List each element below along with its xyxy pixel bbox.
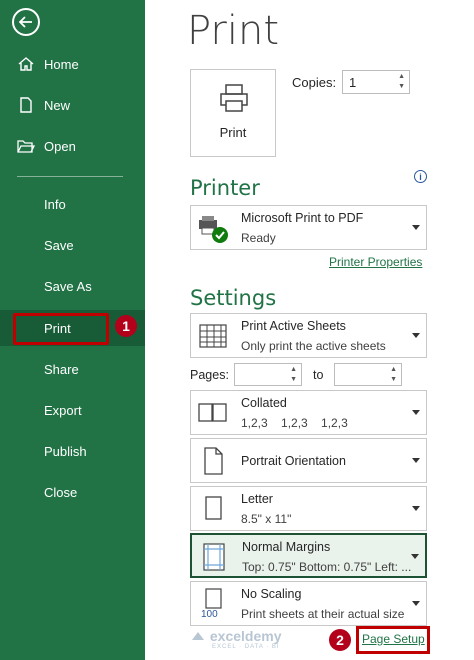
- print-highlight-box: [13, 313, 109, 345]
- scaling-dropdown[interactable]: 100 No Scaling Print sheets at their act…: [190, 581, 427, 626]
- printer-name: Microsoft Print to PDF: [241, 211, 364, 225]
- sidebar-item-label: Open: [44, 138, 76, 154]
- printer-heading: Printer: [190, 176, 260, 200]
- stepper-arrows-icon[interactable]: ▲ ▼: [290, 365, 297, 385]
- back-arrow-icon: [18, 16, 32, 28]
- paper-size-title: Letter: [241, 492, 273, 506]
- watermark-tagline: EXCEL · DATA · BI: [212, 644, 280, 651]
- orientation-value: Portrait Orientation: [241, 454, 346, 468]
- chevron-down-icon: [412, 601, 420, 606]
- chevron-down-icon: [411, 554, 419, 559]
- sidebar-item-info[interactable]: Info: [0, 186, 145, 222]
- stepper-arrows-icon[interactable]: ▲ ▼: [398, 72, 405, 92]
- stepper-arrows-icon[interactable]: ▲ ▼: [390, 365, 397, 385]
- pages-from-input[interactable]: ▲ ▼: [234, 363, 302, 386]
- sidebar-item-label: Home: [44, 56, 79, 72]
- sidebar-item-export[interactable]: Export: [0, 392, 145, 428]
- sidebar-item-home[interactable]: Home: [0, 46, 145, 82]
- print-what-title: Print Active Sheets: [241, 319, 346, 333]
- settings-heading: Settings: [190, 286, 277, 310]
- sidebar-divider: [17, 176, 123, 177]
- print-button-label: Print: [219, 125, 247, 140]
- page-setup-link[interactable]: Page Setup: [362, 632, 425, 646]
- printer-icon: [220, 84, 248, 112]
- orientation-dropdown[interactable]: Portrait Orientation: [190, 438, 427, 483]
- sidebar-item-save[interactable]: Save: [0, 227, 145, 263]
- printer-dropdown[interactable]: Microsoft Print to PDF Ready: [190, 205, 427, 250]
- copies-value: 1: [349, 75, 357, 90]
- paper-size-dropdown[interactable]: Letter 8.5" x 11": [190, 486, 427, 531]
- collated-pages-icon: [198, 403, 227, 422]
- pages-label: Pages:: [190, 368, 229, 382]
- info-icon[interactable]: i: [414, 170, 427, 183]
- printer-properties-link[interactable]: Printer Properties: [329, 255, 422, 269]
- sidebar-item-label: Export: [44, 402, 82, 418]
- folder-icon: [17, 140, 35, 153]
- watermark-name: exceldemy: [209, 628, 282, 644]
- home-icon: [18, 57, 34, 71]
- step-badge-1: 1: [115, 315, 137, 337]
- paper-size-desc: 8.5" x 11": [241, 512, 292, 526]
- new-document-icon: [20, 97, 32, 113]
- copies-label: Copies:: [292, 75, 337, 90]
- margins-dropdown[interactable]: Normal Margins Top: 0.75" Bottom: 0.75" …: [190, 533, 427, 578]
- chevron-down-icon: [412, 333, 420, 338]
- sidebar-item-new[interactable]: New: [0, 87, 145, 123]
- print-what-desc: Only print the active sheets: [241, 339, 386, 353]
- sidebar-item-label: Share: [44, 361, 79, 377]
- collate-title: Collated: [241, 396, 287, 410]
- portrait-page-icon: [204, 447, 223, 475]
- to-label: to: [313, 368, 324, 382]
- sheet-grid-icon: [199, 324, 227, 348]
- copies-stepper[interactable]: 1 ▲ ▼: [342, 70, 410, 94]
- page-title: Print: [187, 8, 280, 54]
- scaling-badge-text: 100: [201, 609, 218, 620]
- watermark-logo: exceldemy EXCEL · DATA · BI: [190, 628, 282, 650]
- margins-title: Normal Margins: [242, 540, 331, 554]
- chevron-down-icon: [412, 410, 420, 415]
- collate-dropdown[interactable]: Collated 1,2,3 1,2,3 1,2,3: [190, 390, 427, 435]
- step-badge-2: 2: [329, 629, 351, 651]
- scaling-desc: Print sheets at their actual size: [241, 607, 405, 621]
- collate-desc: 1,2,3 1,2,3 1,2,3: [241, 416, 348, 430]
- sidebar-item-open[interactable]: Open: [0, 128, 145, 164]
- chevron-down-icon: [412, 458, 420, 463]
- sidebar-item-label: Close: [44, 484, 78, 500]
- sidebar-item-label: Save: [44, 237, 74, 253]
- printer-status: Ready: [241, 231, 276, 245]
- sidebar-item-save-as[interactable]: Save As: [0, 268, 145, 304]
- sidebar-item-label: New: [44, 97, 71, 113]
- sidebar-item-label: Publish: [44, 443, 87, 459]
- margins-icon: [203, 543, 225, 571]
- chevron-down-icon: [412, 225, 420, 230]
- print-button[interactable]: Print: [190, 69, 276, 157]
- sidebar-item-close[interactable]: Close: [0, 474, 145, 510]
- chevron-down-icon: [412, 506, 420, 511]
- pages-to-input[interactable]: ▲ ▼: [334, 363, 402, 386]
- sidebar-item-label: Info: [44, 196, 66, 212]
- sidebar-item-publish[interactable]: Publish: [0, 433, 145, 469]
- back-button[interactable]: [12, 8, 40, 36]
- margins-desc: Top: 0.75" Bottom: 0.75" Left: ...: [242, 560, 412, 574]
- scaling-title: No Scaling: [241, 587, 302, 601]
- pdf-printer-icon: [199, 216, 228, 243]
- letter-page-icon: [205, 496, 222, 520]
- watermark-icon: [192, 632, 204, 641]
- sidebar-item-share[interactable]: Share: [0, 351, 145, 387]
- sidebar-item-label: Save As: [44, 278, 92, 294]
- print-what-dropdown[interactable]: Print Active Sheets Only print the activ…: [190, 313, 427, 358]
